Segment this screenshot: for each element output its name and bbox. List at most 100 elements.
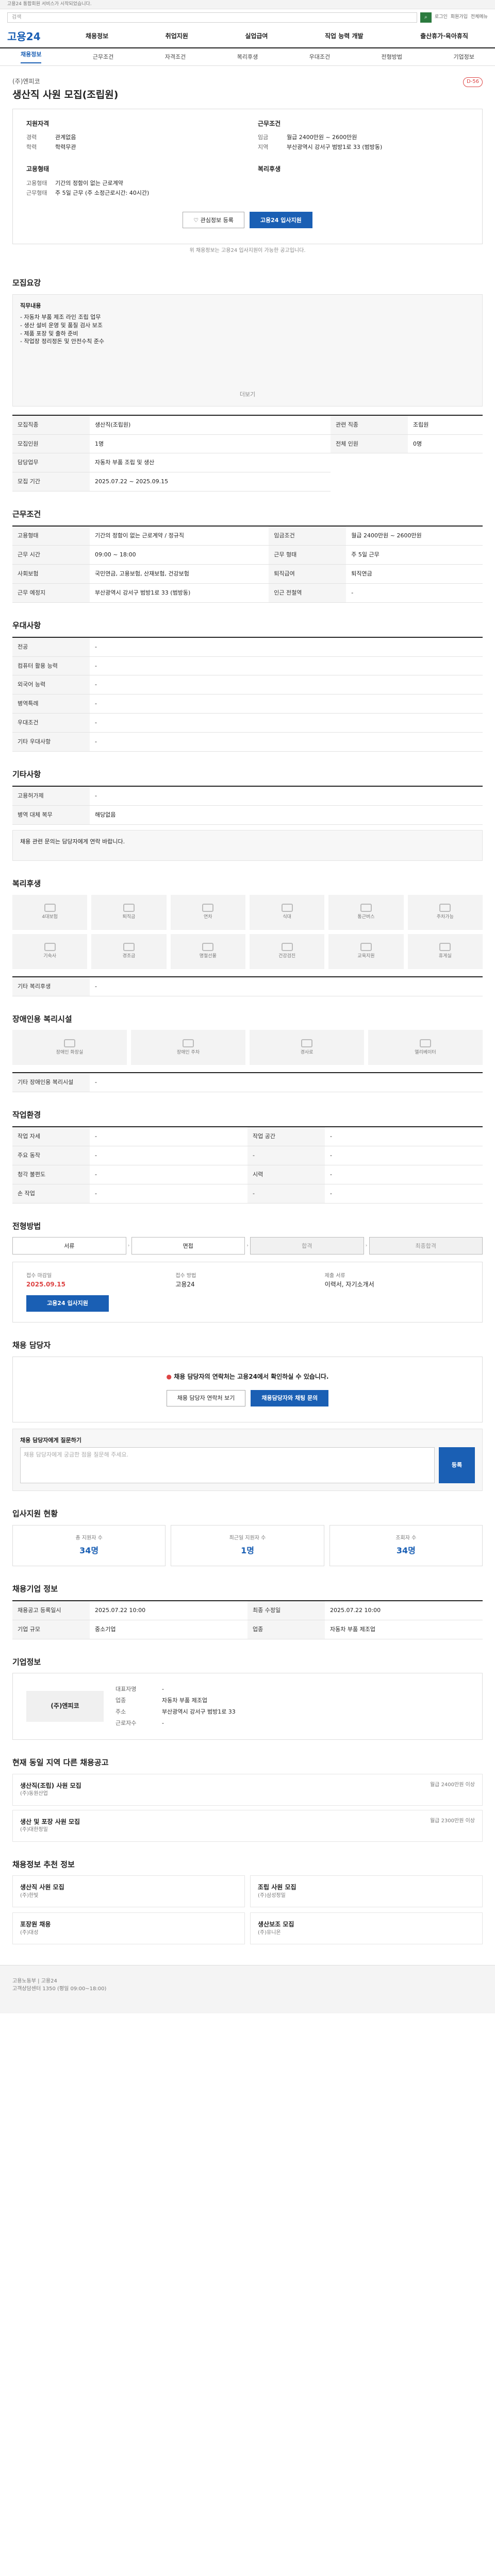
gnb-item-support[interactable]: 취업지원 bbox=[161, 32, 192, 41]
rec-title[interactable]: 포장원 채용 bbox=[20, 1920, 51, 1929]
search-button[interactable]: ⌕ bbox=[420, 12, 432, 23]
recommend-item[interactable]: 조립 사원 모집 (주)삼성정밀 bbox=[250, 1875, 483, 1908]
rec-company: (주)한빛 bbox=[20, 1892, 39, 1899]
hours-value: 주 5일 근무 (주 소정근로시간: 40시간) bbox=[55, 189, 150, 196]
recruit-row: 모집직종 생산직(조립원) 관련 직종 조립원 bbox=[12, 415, 483, 435]
apply-button[interactable]: 고용24 입사지원 bbox=[249, 212, 312, 229]
qna-input[interactable]: 채용 담당자에게 궁금한 점을 질문해 주세요. bbox=[20, 1447, 435, 1484]
menu-link[interactable]: 전체메뉴 bbox=[471, 14, 488, 21]
preference-table: 전공 - 컴퓨터 활용 능력 - 외국어 능력 - 병역특례 - 우대조건 - 기타 우대사항 - bbox=[12, 636, 483, 752]
qna-submit-button[interactable]: 등록 bbox=[439, 1447, 475, 1484]
apply-button-2[interactable]: 고용24 입사지원 bbox=[26, 1295, 109, 1312]
env-value: - bbox=[90, 1184, 248, 1204]
login-link[interactable]: 로그인 bbox=[435, 14, 448, 21]
type-label: 고용형태 bbox=[26, 179, 47, 187]
heart-icon: ♡ bbox=[193, 216, 201, 224]
condition-label: 임금조건 bbox=[269, 526, 346, 546]
search-input[interactable]: 검색 bbox=[7, 12, 417, 23]
save-button[interactable]: ♡ 관심정보 등록 bbox=[183, 212, 244, 229]
doc-value: 이력서, 자기소개서 bbox=[324, 1280, 374, 1288]
job-title: 생산직 사원 모집(조립원) bbox=[12, 89, 119, 101]
related-title[interactable]: 생산 및 포장 사원 모집 bbox=[20, 1818, 422, 1826]
footer: 고용노동부 | 고용24 고객상담센터 1350 (평일 09:00~18:00… bbox=[0, 1965, 495, 2014]
site-logo[interactable]: 고용24 bbox=[7, 29, 64, 44]
related-item[interactable]: 생산직(조립) 사원 모집 (주)동원산업 월급 2400만원 이상 bbox=[12, 1773, 483, 1806]
type-value: 기간의 정함이 없는 근로계약 bbox=[55, 179, 123, 187]
condition-row: 근무 시간 09:00 ~ 18:00 근무 형태 주 5일 근무 bbox=[12, 545, 483, 565]
disabled-title: 장애인용 복리시설 bbox=[12, 1014, 72, 1024]
process-box: 접수 마감일 2025.09.15 접수 방법 고용24 제출 서류 이력서, 자기소… bbox=[12, 1262, 483, 1323]
condition-value: 퇴직연금 bbox=[346, 564, 483, 584]
recommend-item[interactable]: 생산직 사원 모집 (주)한빛 bbox=[12, 1875, 245, 1908]
tab-company[interactable]: 기업정보 bbox=[453, 53, 474, 61]
tab-preference[interactable]: 우대조건 bbox=[309, 53, 330, 61]
info-value: 중소기업 bbox=[90, 1620, 248, 1639]
related-title: 현재 동일 지역 다른 채용공고 bbox=[12, 1758, 109, 1767]
info-table: 채용공고 등록일시 2025.07.22 10:00 최종 수정일 2025.07.2… bbox=[12, 1600, 483, 1639]
tab-qualification[interactable]: 자격조건 bbox=[165, 53, 186, 61]
company-logo: (주)엔피코 bbox=[26, 1691, 104, 1722]
company-box: (주)엔피코 대표자명 - 업종 자동차 부품 제조업 주소 부산광역시 강서구 범방1로… bbox=[12, 1673, 483, 1740]
chat-button[interactable]: 채용담당자와 채팅 문의 bbox=[251, 1389, 329, 1406]
preference-title: 우대사항 bbox=[12, 620, 41, 630]
gnb-item-jobs[interactable]: 채용정보 bbox=[81, 32, 112, 41]
welfare-label: 퇴직금 bbox=[122, 914, 136, 920]
welfare-item: 휴게실 bbox=[407, 934, 483, 969]
rec-title[interactable]: 생산직 사원 모집 bbox=[20, 1883, 64, 1892]
info-label: 기업 규모 bbox=[12, 1620, 90, 1639]
stat-label: 총 지원자 수 bbox=[75, 1535, 103, 1541]
recruit-label: 모집직종 bbox=[12, 415, 90, 435]
gnb-item-benefit[interactable]: 실업급여 bbox=[241, 32, 272, 41]
preference-row: 전공 - bbox=[12, 637, 483, 657]
search-row: 검색 ⌕ 로그인 회원가입 전체메뉴 bbox=[0, 9, 495, 26]
stats-title: 입사지원 현황 bbox=[12, 1509, 58, 1519]
etc-row: 고용허가제 - bbox=[12, 786, 483, 806]
env-label: 시력 bbox=[248, 1165, 325, 1184]
recommend-title: 채용정보 추천 정보 bbox=[12, 1859, 75, 1869]
disabled-item: 장애인 주차 bbox=[131, 1030, 245, 1065]
summary-qual-title: 지원자격 bbox=[26, 120, 50, 127]
more-button[interactable]: 더보기 bbox=[20, 391, 475, 399]
recommend-item[interactable]: 생산보조 모집 (주)유니온 bbox=[250, 1912, 483, 1945]
condition-value: - bbox=[346, 583, 483, 603]
company-name[interactable]: (주)엔피코 bbox=[12, 77, 118, 86]
join-link[interactable]: 회원가입 bbox=[451, 14, 468, 21]
related-list: 생산직(조립) 사원 모집 (주)동원산업 월급 2400만원 이상 생산 및 포장 … bbox=[12, 1773, 483, 1842]
related-title[interactable]: 생산직(조립) 사원 모집 bbox=[20, 1782, 422, 1790]
tab-process[interactable]: 전형방법 bbox=[382, 53, 402, 61]
preference-row: 컴퓨터 활용 능력 - bbox=[12, 656, 483, 676]
welfare-icon bbox=[44, 943, 56, 952]
tab-condition[interactable]: 근무조건 bbox=[93, 53, 113, 61]
tab-recruit[interactable]: 채용정보 bbox=[21, 50, 42, 63]
env-label: - bbox=[248, 1146, 325, 1165]
welfare-icon bbox=[360, 904, 372, 912]
env-label: 작업 공간 bbox=[248, 1126, 325, 1146]
related-item[interactable]: 생산 및 포장 사원 모집 (주)대한정밀 월급 2300만원 이상 bbox=[12, 1809, 483, 1842]
recommend-item[interactable]: 포장원 채용 (주)대성 bbox=[12, 1912, 245, 1945]
contact-view-button[interactable]: 채용 담당자 연락처 보기 bbox=[166, 1389, 246, 1406]
welfare-icon bbox=[44, 904, 56, 912]
preference-value: - bbox=[90, 656, 483, 676]
welfare-item: 식대 bbox=[249, 894, 325, 930]
rec-title[interactable]: 조립 사원 모집 bbox=[258, 1883, 296, 1892]
welfare-etc-label: 기타 복리후생 bbox=[12, 976, 90, 996]
summary-condition: 근무조건 임금 월급 2400만원 ~ 2600만원 지역 부산광역시 강서구 범방… bbox=[258, 120, 469, 199]
welfare-item: 주차가능 bbox=[407, 894, 483, 930]
edu-value: 학력무관 bbox=[55, 144, 76, 151]
gnb-item-training[interactable]: 직업 능력 개발 bbox=[321, 32, 368, 41]
rec-title[interactable]: 생산보조 모집 bbox=[258, 1920, 294, 1929]
env-value: - bbox=[325, 1146, 483, 1165]
summary-box: 지원자격 경력 관계없음 학력 학력무관 고용형태 고용형태 기간의 정함이 없는 근… bbox=[12, 108, 483, 245]
welfare-item: 건강검진 bbox=[249, 934, 325, 969]
welfare-icon bbox=[439, 943, 451, 952]
condition-value: 주 5일 근무 bbox=[346, 545, 483, 565]
welfare-item: 연차 bbox=[170, 894, 245, 930]
env-row: 청각 불편도 - 시력 - bbox=[12, 1165, 483, 1184]
tab-welfare[interactable]: 복리후생 bbox=[237, 53, 258, 61]
gnb-item-leave[interactable]: 출산휴가·육아휴직 bbox=[416, 32, 472, 41]
step-4: 최종합격 bbox=[369, 1237, 483, 1255]
rec-company: (주)삼성정밀 bbox=[258, 1892, 286, 1899]
preference-label: 컴퓨터 활용 능력 bbox=[12, 656, 90, 676]
welfare-icon bbox=[202, 904, 214, 912]
disabled-grid: 장애인 화장실 장애인 주차 경사로 엘리베이터 bbox=[12, 1030, 483, 1065]
